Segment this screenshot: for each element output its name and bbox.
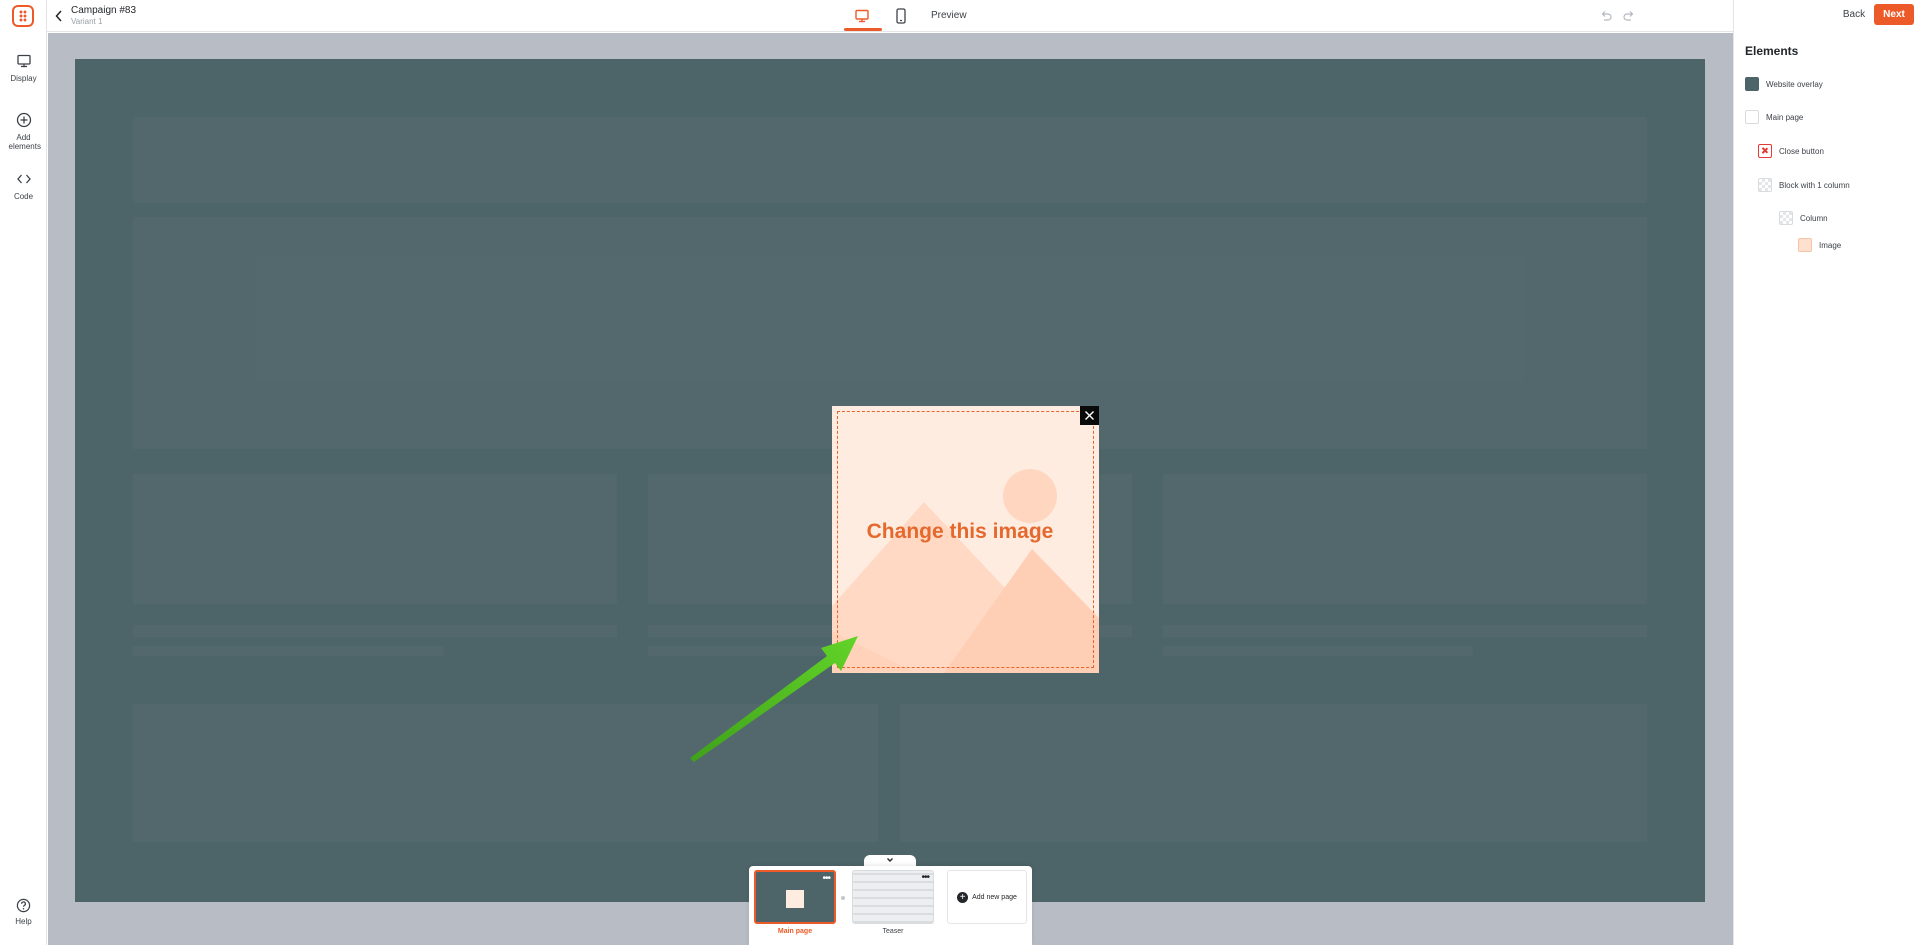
ghost-line <box>133 646 443 656</box>
desktop-view-button[interactable] <box>853 7 871 25</box>
tree-item-label: Website overlay <box>1766 79 1823 89</box>
desktop-icon <box>855 9 869 23</box>
close-icon <box>1085 411 1094 420</box>
mobile-icon <box>896 8 906 24</box>
back-button[interactable]: Back <box>1834 6 1874 24</box>
checker-icon <box>1779 211 1793 225</box>
add-elements-label: Add elements <box>8 133 41 151</box>
back-chevron-icon[interactable] <box>54 9 64 23</box>
ghost-line <box>1163 646 1473 656</box>
active-device-indicator <box>844 28 882 31</box>
chevron-down-icon <box>887 858 893 862</box>
close-circle-icon <box>1758 144 1772 158</box>
tree-item-image[interactable]: Image <box>1798 238 1841 252</box>
ghost-block <box>1163 474 1647 604</box>
ghost-block <box>133 117 1647 203</box>
ghost-line <box>1163 625 1647 637</box>
add-page-label: Add new page <box>972 893 1017 901</box>
app-logo[interactable] <box>12 5 34 27</box>
help-icon <box>16 898 31 913</box>
tree-item-main-page[interactable]: Main page <box>1745 110 1803 124</box>
color-swatch-icon <box>1745 110 1759 124</box>
display-button[interactable]: Display <box>0 53 47 83</box>
code-button[interactable]: Code <box>0 171 47 201</box>
page-thumb-main[interactable]: ••• <box>754 870 836 924</box>
page-thumb-teaser[interactable]: ••• <box>852 870 934 924</box>
code-icon <box>16 171 32 187</box>
popup-main-page[interactable]: Change this image <box>832 406 1099 673</box>
plus-icon: + <box>957 891 969 903</box>
tree-item-column[interactable]: Column <box>1779 211 1828 225</box>
preview-button[interactable]: Preview <box>931 10 967 21</box>
page-label-teaser: Teaser <box>882 928 904 935</box>
checker-icon <box>1758 178 1772 192</box>
tree-item-label: Column <box>1800 213 1828 223</box>
help-button[interactable]: Help <box>0 898 47 926</box>
add-elements-button[interactable]: Add elements <box>0 112 47 151</box>
color-swatch-icon <box>1745 77 1759 91</box>
variant-label: Variant 1 <box>71 17 103 26</box>
more-options-icon[interactable]: ••• <box>921 873 929 883</box>
mini-popup <box>786 890 804 908</box>
ghost-block <box>900 704 1647 842</box>
undo-icon[interactable] <box>1599 9 1613 23</box>
monitor-icon <box>16 53 32 69</box>
tree-item-label: Image <box>1819 240 1842 250</box>
more-options-icon[interactable]: ••• <box>822 874 830 884</box>
image-icon <box>1798 238 1812 252</box>
plus-circle-icon <box>16 112 32 128</box>
tree-item-label: Block with 1 column <box>1779 180 1850 190</box>
tree-item-block[interactable]: Block with 1 column <box>1758 178 1850 192</box>
tree-item-website-overlay[interactable]: Website overlay <box>1745 77 1823 91</box>
page-connector <box>841 896 845 900</box>
next-button[interactable]: Next <box>1874 4 1914 25</box>
ghost-block <box>133 474 617 604</box>
popup-close-button[interactable] <box>1080 406 1099 425</box>
add-new-page-button[interactable]: + Add new page <box>947 870 1027 924</box>
display-label: Display <box>10 74 37 83</box>
redo-icon[interactable] <box>1622 9 1636 23</box>
tree-item-label: Close button <box>1779 146 1824 156</box>
ghost-block <box>133 704 878 842</box>
website-overlay[interactable]: Change this image <box>75 59 1705 902</box>
code-label: Code <box>13 192 34 201</box>
change-image-text[interactable]: Change this image <box>832 520 1088 544</box>
tree-item-label: Main page <box>1766 112 1804 122</box>
elements-panel: Back Next Elements Website overlay Main … <box>1733 0 1920 945</box>
mobile-view-button[interactable] <box>894 7 908 25</box>
left-sidebar: Display Add elements Code Help <box>0 0 47 945</box>
page-label-main: Main page <box>777 928 813 935</box>
campaign-title: Campaign #83 <box>71 5 137 16</box>
help-label: Help <box>15 917 32 926</box>
top-bar: Campaign #83 Variant 1 Preview <box>47 0 1733 32</box>
elements-heading: Elements <box>1745 44 1799 58</box>
pages-bar: ••• ••• Main page Teaser + Add new page <box>749 866 1032 945</box>
ghost-line <box>133 625 617 637</box>
tree-item-close-button[interactable]: Close button <box>1758 144 1824 158</box>
